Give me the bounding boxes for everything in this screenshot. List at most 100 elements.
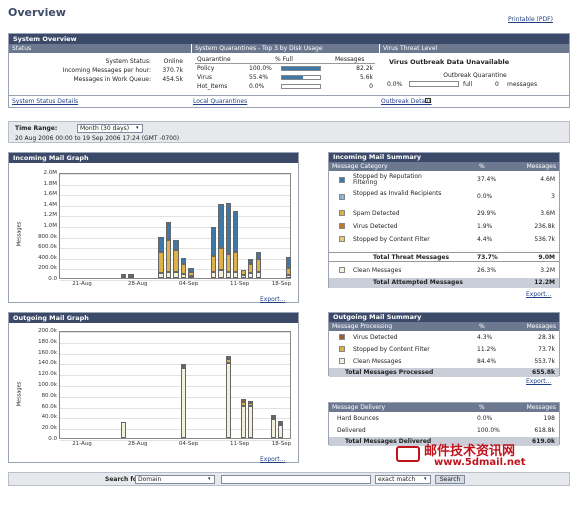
incoming-summary-title: Incoming Mail Summary [329,153,559,162]
external-window-icon[interactable] [425,98,431,103]
q-header-name: Quarantine [197,56,231,63]
status-label: Incoming Messages per hour: [62,67,151,74]
summary-row[interactable]: Stopped by Reputation Filtering 37.4% 4.… [329,174,559,188]
chart-bar [218,204,224,248]
quarantine-gauge [281,66,321,71]
y-tick-label: 1.6M [43,191,58,198]
outgoing-export-link[interactable]: Export... [260,456,285,463]
local-quarantines-link[interactable]: Local Quarantines [193,98,247,105]
y-tick-label: 180.0k [38,338,57,345]
status-row-incoming: Incoming Messages per hour: 370.7k [9,67,191,76]
grid-line [60,184,290,186]
chart-bar [255,259,261,273]
summary-row[interactable]: Virus Detected 4.3% 28.3k [329,333,559,344]
summary-label: Stopped as Invalid Recipients [353,190,442,197]
summary-row[interactable]: Virus Detected 1.9% 236.8k [329,222,559,233]
system-status-details-link[interactable]: System Status Details [12,98,78,105]
time-range-text: 20 Aug 2006 00:00 to 19 Sep 2006 17:24 (… [15,135,180,142]
printable-pdf-link[interactable]: Printable (PDF) [508,16,553,23]
incoming-summary-panel: Incoming Mail Summary Message Category %… [328,152,560,288]
summary-count: 4.6M [540,176,555,183]
outbreak-count-label: messages [507,81,538,88]
grid-line [60,418,290,420]
chart-bar [255,272,261,278]
outgoing-summary-panel: Outgoing Mail Summary Message Processing… [328,312,560,377]
grid-line [60,174,290,175]
delivery-pct: 0.0% [477,415,493,422]
y-tick-label: 40.0k [41,414,57,421]
chart-bar [248,400,254,403]
total-attempted-row: Total Attempted Messages 12.2M [329,278,559,288]
y-tick-label: 120.0k [38,371,57,378]
chart-bar [285,257,291,268]
summary-row[interactable]: Stopped by Content Filter 11.2% 73.7k [329,345,559,356]
y-tick-label: 60.0k [41,403,57,410]
chart-bar [233,252,239,273]
incoming-ylabel: Messages [16,221,23,247]
quarantine-gauge [281,75,321,80]
chart-bar [188,275,194,278]
summary-label: Stopped by Reputation Filtering [353,173,422,186]
grid-line [60,216,290,218]
incoming-summary-rows: Stopped by Reputation Filtering 37.4% 4.… [329,172,559,282]
search-bar: Search for: Domain ▾ exact match ▾ Searc… [8,472,570,486]
summary-row[interactable]: Stopped as Invalid Recipients 0.0% 3 [329,191,559,205]
chart-bar [180,363,187,366]
delivery-row[interactable]: Delivered 100.0% 618.8k [329,426,559,436]
search-input[interactable] [221,475,371,484]
total-threat-row: Total Threat Messages 73.7% 9.0M [329,252,559,262]
system-overview-header: System Overview [9,34,569,44]
summary-count: 553.7k [534,358,555,365]
incoming-summary-export-link[interactable]: Export... [526,291,551,298]
legend-swatch [339,334,345,340]
y-tick-label: 200.0k [38,328,57,334]
delivery-row[interactable]: Hard Bounces 0.0% 198 [329,414,559,424]
y-tick-label: 1.0M [43,223,58,229]
outgoing-summary-export-link[interactable]: Export... [526,378,551,385]
quarantine-messages: 82.2k [356,65,373,72]
chart-bar [255,252,261,260]
search-mode-select[interactable]: exact match [375,475,431,484]
quarantine-full: 55.4% [249,74,269,81]
summary-row[interactable]: Stopped by Content Filter 4.4% 536.7k [329,235,559,246]
chart-bar [225,355,231,360]
chart-bar [180,367,187,438]
summary-count: 73.7k [538,346,555,353]
outgoing-graph-panel: Outgoing Mail Graph Messages 200.0k 180.0… [8,312,299,463]
grid-line [60,375,290,377]
chart-bar [240,405,246,438]
summary-row[interactable]: Spam Detected 29.9% 3.6M [329,209,559,220]
chart-bar [233,272,239,278]
quarantine-row[interactable]: Hot_Items 0.0% 0 [195,82,375,91]
chevron-down-icon[interactable]: ▾ [424,476,427,482]
outgoing-graph-title: Outgoing Mail Graph [9,313,298,323]
summary-count: 12.2M [534,279,555,286]
x-tick-label: 18-Sep [271,441,292,447]
incoming-export-link[interactable]: Export... [260,296,285,303]
quarantine-row[interactable]: Policy 100.0% 82.2k [195,64,375,73]
quarantine-row[interactable]: Virus 55.4% 5.6k [195,73,375,82]
legend-swatch [339,210,345,216]
summary-row[interactable]: Clean Messages 26.3% 3.2M [329,266,559,277]
outgoing-ylabel: Messages [16,381,23,407]
watermark-url: www.5dmail.net [434,457,526,468]
outbreak-details-link[interactable]: Outbreak Details [381,98,432,105]
search-field-select[interactable]: Domain [135,475,215,484]
time-range-select[interactable]: Month (30 days) [77,124,143,133]
summary-label: Stopped by Content Filter [353,346,430,353]
chevron-down-icon[interactable]: ▾ [208,476,211,482]
chart-bar [233,210,239,253]
quarantine-gauge [281,84,321,89]
y-tick-label: 600.0k [38,244,57,251]
chart-bar [210,271,217,278]
summary-pct: 29.9% [477,210,497,217]
threat-block: Virus Outbreak Data Unavailable Outbreak… [383,56,567,89]
summary-label: Stopped by Content Filter [353,236,430,243]
search-button[interactable]: Search [435,475,465,484]
summary-pct: 73.7% [477,254,498,261]
delivery-panel: Message Delivery % Messages Hard Bounces… [328,402,560,446]
chevron-down-icon[interactable]: ▾ [136,125,139,131]
summary-label: Virus Detected [353,223,398,230]
summary-row[interactable]: Clean Messages 84.4% 553.7k [329,357,559,368]
outgoing-chart: 200.0k 180.0k 160.0k 140.0k 120.0k 100.0k 80.0… [38,328,292,451]
